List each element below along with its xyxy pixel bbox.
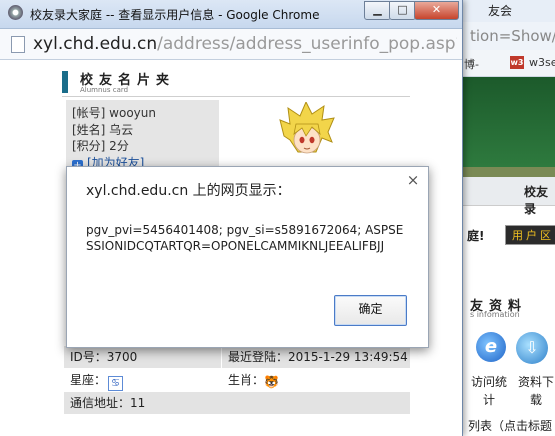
profile-section-subtitle: s infomation [470,310,520,319]
ie-icon[interactable]: e [476,332,506,362]
background-header-text: 校友录 [524,185,549,216]
dialog-title: xyl.chd.edu.cn 上的网页显示： [86,183,291,199]
detail-row: ID号：3700 最近登陆：2015-1-29 13:49:54 [64,346,410,368]
close-icon[interactable]: × [405,172,421,188]
background-tab-label: 友会 [488,4,513,18]
bookmark-item[interactable]: w3se [529,56,555,69]
visit-stats-link[interactable]: 访问统计 [468,373,510,409]
background-greeting: 庭! [467,229,485,243]
url-text[interactable]: xyl.chd.edu.cn/address/address_userinfo_… [33,34,457,54]
page-icon [11,36,25,53]
dialog-message: pgv_pvi=5456401408; pgv_si=s5891672064; … [86,223,404,253]
minimize-button[interactable]: ▁ [364,1,391,20]
address-field: 通信地址：11 [64,392,410,414]
title-bar[interactable]: 校友录大家庭 -- 查看显示用户信息 - Google Chrome ▁ □ ✕ [0,0,462,29]
w3-icon: w3 [510,56,524,69]
card-header: 校友名片夹 Alumnus card [62,69,410,97]
zodiac-animal-icon: 🐯 [264,375,279,389]
background-list-caption: 列表（点击标题 [468,419,553,433]
background-url-text: tion=Show/ [470,27,555,45]
alert-dialog: xyl.chd.edu.cn 上的网页显示： × pgv_pvi=5456401… [66,166,429,348]
account-field: [帐号] wooyun [72,106,156,120]
detail-row: 通信地址：11 [64,392,410,414]
window-title: 校友录大家庭 -- 查看显示用户信息 - Google Chrome [30,8,320,22]
chrome-icon [8,5,23,20]
constellation-icon: ♋ [108,376,124,391]
background-tab[interactable]: 友会 [458,0,555,22]
url-path: /address/address_userinfo_pop.asp?intUs [157,34,457,54]
avatar [279,102,335,154]
detail-row: 星座： ♋ 生肖：🐯 [64,369,410,391]
download-icon[interactable]: ⇩ [516,332,548,364]
url-host: xyl.chd.edu.cn [33,34,158,54]
last-login-field: 最近登陆：2015-1-29 13:49:54 [222,346,410,368]
address-bar[interactable]: xyl.chd.edu.cn/address/address_userinfo_… [0,29,462,60]
name-field: [姓名] 乌云 [72,123,134,137]
user-zone-button[interactable]: 用户区 [505,225,555,245]
zodiac-field: 生肖：🐯 [222,369,410,391]
card-subtitle: Alumnus card [80,86,129,94]
zodiac-label: 生肖： [228,373,265,387]
user-zone-label: 用户区 [512,229,554,242]
points-field: [积分] 2分 [72,139,129,153]
close-button[interactable]: ✕ [414,1,459,20]
download-link[interactable]: 资料下载 [516,373,555,409]
constellation-label: 星座： [70,373,107,387]
constellation-field: 星座： ♋ [64,369,221,391]
accent-bar [62,71,68,93]
id-field: ID号：3700 [64,346,221,368]
ok-button[interactable]: 确定 [334,295,407,326]
maximize-button[interactable]: □ [389,1,416,20]
bookmark-item[interactable]: 博- [464,56,479,72]
